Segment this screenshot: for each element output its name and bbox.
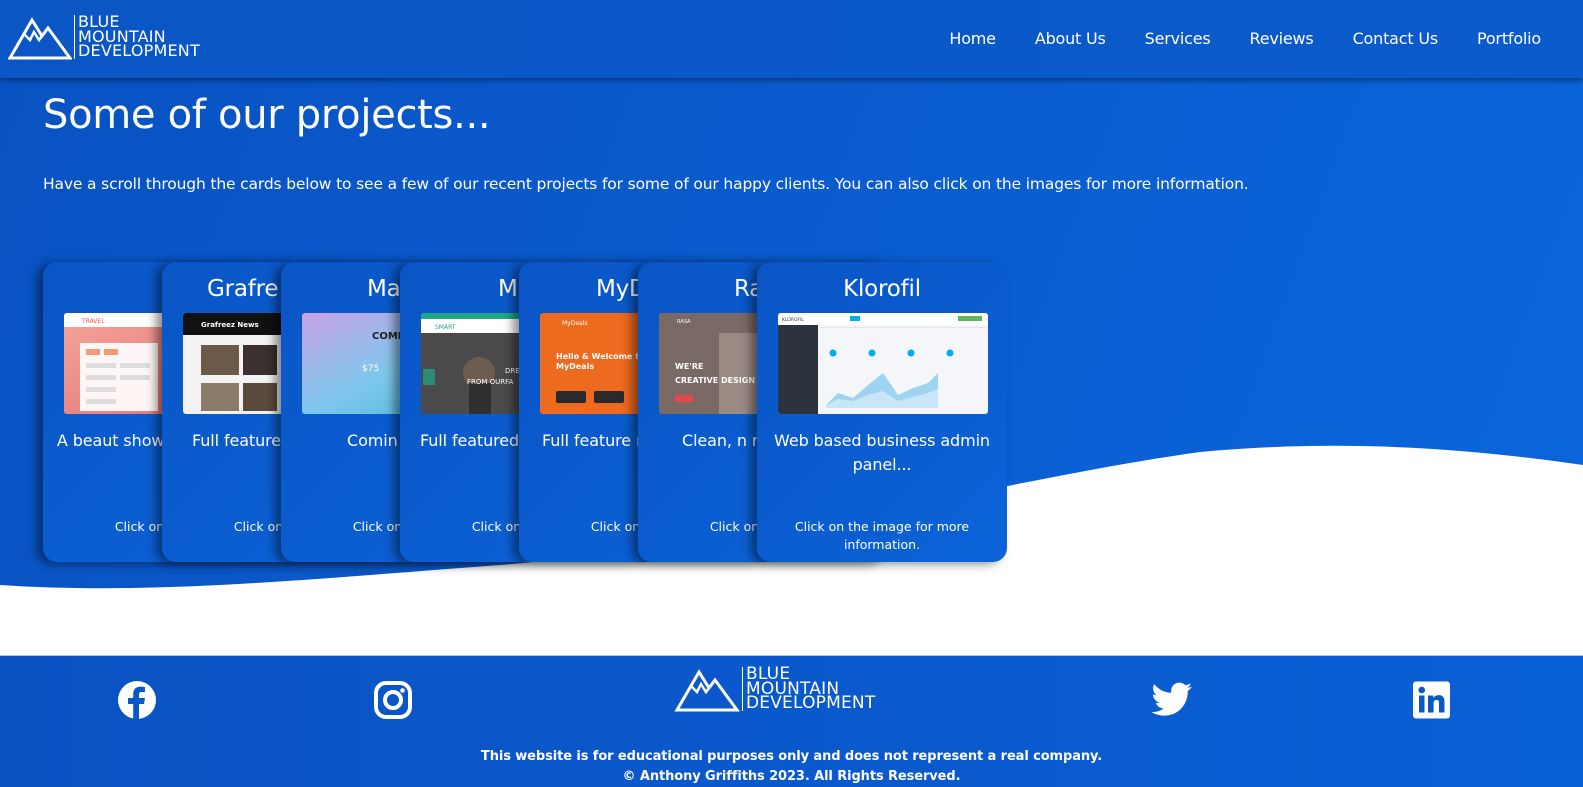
- mydeals-line-2: MyDeals: [556, 362, 594, 371]
- site-header: BLUE MOUNTAIN DEVELOPMENT Home About Us …: [0, 0, 1583, 78]
- instagram-icon[interactable]: [373, 680, 413, 720]
- nav-contact-us[interactable]: Contact Us: [1353, 29, 1439, 48]
- klorofil-brand: KLOROFIL: [782, 317, 804, 323]
- page-title: Some of our projects...: [43, 92, 491, 138]
- facebook-icon[interactable]: [117, 680, 157, 720]
- nav-about-us[interactable]: About Us: [1035, 29, 1106, 48]
- grafreez-brand: Grafreez News: [201, 321, 259, 329]
- project-cards: Tra TRAVEL A beaut showcase be destin Cl…: [43, 262, 1023, 562]
- smart-line-2: FROM OURFA: [467, 378, 514, 386]
- rasa-brand: RASA: [677, 319, 691, 325]
- card-title: Klorofil: [843, 276, 921, 302]
- mountain-logo-icon: [674, 669, 740, 712]
- card-description: Web based business admin panel...: [774, 431, 990, 474]
- intro-text: Have a scroll through the cards below to…: [43, 175, 1249, 193]
- mountain-logo-icon: [8, 17, 72, 60]
- card-more-info: Click on the image for more information.: [794, 519, 970, 552]
- comic-heading: COMI: [372, 331, 402, 342]
- card-image[interactable]: KLOROFIL: [778, 313, 988, 414]
- footer-logo-line-3: DEVELOPMENT: [746, 693, 876, 714]
- header-logo[interactable]: BLUE MOUNTAIN DEVELOPMENT: [8, 14, 200, 60]
- klorofil-site-screenshot: KLOROFIL: [778, 313, 988, 414]
- nav-home[interactable]: Home: [949, 29, 996, 48]
- site-footer: BLUE MOUNTAIN DEVELOPMENT This website i…: [0, 655, 1583, 787]
- nav-reviews[interactable]: Reviews: [1250, 29, 1314, 48]
- travel-brand: TRAVEL: [81, 318, 105, 325]
- smart-brand: SMART: [435, 324, 456, 331]
- project-card[interactable]: Klorofil KLOROFIL Web based business adm…: [757, 262, 1007, 562]
- linkedin-icon[interactable]: [1413, 680, 1450, 720]
- twitter-icon[interactable]: [1151, 680, 1193, 720]
- footer-copyright: © Anthony Griffiths 2023. All Rights Res…: [622, 769, 961, 784]
- logo-line-3: DEVELOPMENT: [78, 41, 200, 61]
- nav-portfolio[interactable]: Portfolio: [1477, 29, 1541, 48]
- nav-services[interactable]: Services: [1145, 29, 1211, 48]
- footer-disclaimer: This website is for educational purposes…: [480, 749, 1103, 764]
- footer-logo[interactable]: BLUE MOUNTAIN DEVELOPMENT: [674, 666, 875, 712]
- rasa-line-2: CREATIVE DESIGN: [675, 376, 755, 385]
- rasa-line-1: WE'RE: [675, 362, 703, 371]
- mydeals-line-1: Hello & Welcome to: [556, 352, 645, 361]
- comic-price: $75: [362, 364, 379, 374]
- mydeals-brand: MyDeals: [562, 320, 588, 327]
- main-nav: Home About Us Services Reviews Contact U…: [910, 0, 1541, 76]
